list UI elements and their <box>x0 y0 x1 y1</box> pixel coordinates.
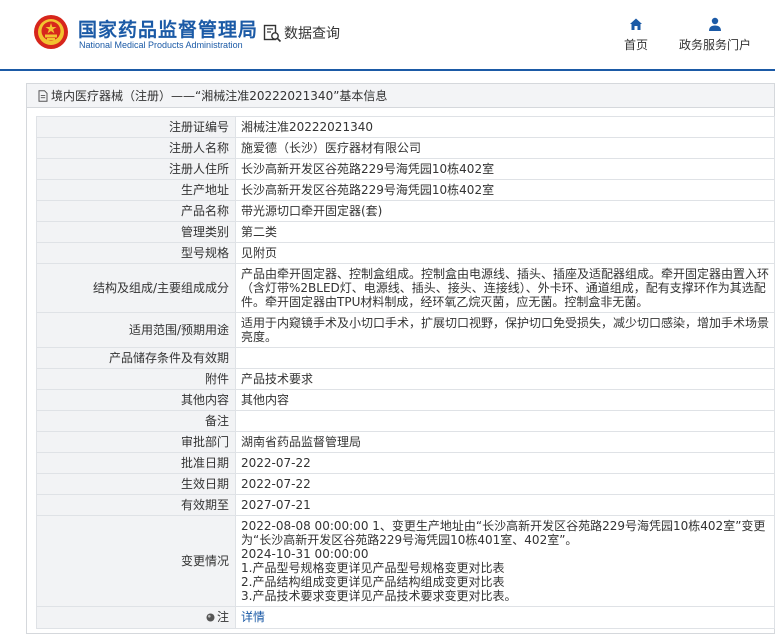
field-value: 详情 <box>235 606 775 629</box>
registration-info-table: 注册证编号 湘械注准20222021340 注册人名称 施爱德（长沙）医疗器材有… <box>36 116 775 629</box>
table-row: 型号规格 见附页 <box>36 242 775 264</box>
field-value: 湘械注准20222021340 <box>235 116 775 138</box>
field-label: 其他内容 <box>36 389 236 411</box>
field-label: 批准日期 <box>36 452 236 474</box>
field-value: 2022-07-22 <box>235 473 775 495</box>
field-value: 适用于内窥镜手术及小切口手术，扩展切口视野，保护切口免受损失，减少切口感染，增加… <box>235 312 775 348</box>
nav-home-label: 首页 <box>624 38 649 52</box>
field-label: 结构及组成/主要组成成分 <box>36 263 236 313</box>
table-row: 注册人名称 施爱德（长沙）医疗器材有限公司 <box>36 137 775 159</box>
field-label: 审批部门 <box>36 431 236 453</box>
field-label: 变更情况 <box>36 515 236 607</box>
table-row: 管理类别 第二类 <box>36 221 775 243</box>
change-line: 2.产品结构组成变更详见产品结构组成变更对比表 <box>241 575 505 589</box>
data-query-link[interactable]: 数据查询 <box>262 22 340 44</box>
field-label: 注册人住所 <box>36 158 236 180</box>
user-icon <box>709 17 721 31</box>
nav-service-portal[interactable]: 政务服务门户 <box>679 16 751 53</box>
national-emblem-icon <box>34 15 68 49</box>
field-value: 见附页 <box>235 242 775 264</box>
table-row: 结构及组成/主要组成成分 产品由牵开固定器、控制盒组成。控制盒由电源线、插头、插… <box>36 263 775 313</box>
field-value: 施爱德（长沙）医疗器材有限公司 <box>235 137 775 159</box>
table-row: 注册证编号 湘械注准20222021340 <box>36 116 775 138</box>
info-dot-icon <box>206 613 215 621</box>
nav-portal-label: 政务服务门户 <box>679 38 752 52</box>
field-label: 有效期至 <box>36 494 236 516</box>
field-label: 附件 <box>36 368 236 390</box>
data-query-label: 数据查询 <box>284 26 340 42</box>
home-icon <box>630 18 642 30</box>
field-label: 备注 <box>36 410 236 432</box>
header-divider <box>0 69 775 71</box>
table-row: 批准日期 2022-07-22 <box>36 452 775 474</box>
table-row: 产品名称 带光源切口牵开固定器(套) <box>36 200 775 222</box>
brand-subtitle: National Medical Products Administration <box>79 40 243 50</box>
field-label: 适用范围/预期用途 <box>36 312 236 348</box>
field-value <box>235 410 775 432</box>
detail-link[interactable]: 详情 <box>241 610 265 624</box>
field-label: 生效日期 <box>36 473 236 495</box>
change-line: 1.产品型号规格变更详见产品型号规格变更对比表 <box>241 561 505 575</box>
field-label: 注 <box>36 606 236 629</box>
change-line: 2024-10-31 00:00:00 <box>241 547 369 561</box>
field-value: 产品由牵开固定器、控制盒组成。控制盒由电源线、插头、插座及适配器组成。牵开固定器… <box>235 263 775 313</box>
note-label: 注 <box>216 610 229 624</box>
field-label: 型号规格 <box>36 242 236 264</box>
field-label: 生产地址 <box>36 179 236 201</box>
field-label: 产品储存条件及有效期 <box>36 347 236 369</box>
nav-home[interactable]: 首页 <box>624 16 648 53</box>
field-value: 长沙高新开发区谷苑路229号海凭园10栋402室 <box>235 179 775 201</box>
table-row: 注册人住所 长沙高新开发区谷苑路229号海凭园10栋402室 <box>36 158 775 180</box>
field-value: 长沙高新开发区谷苑路229号海凭园10栋402室 <box>235 158 775 180</box>
table-row: 审批部门 湖南省药品监督管理局 <box>36 431 775 453</box>
field-label: 产品名称 <box>36 200 236 222</box>
brand-title: 国家药品监督管理局 <box>78 19 259 41</box>
field-value: 2022-07-22 <box>235 452 775 474</box>
field-label: 注册证编号 <box>36 116 236 138</box>
field-value <box>235 347 775 369</box>
document-icon <box>38 89 48 102</box>
table-row: 其他内容 其他内容 <box>36 389 775 411</box>
table-row: 生产地址 长沙高新开发区谷苑路229号海凭园10栋402室 <box>36 179 775 201</box>
table-row: 注 详情 <box>36 606 775 629</box>
table-row: 备注 <box>36 410 775 432</box>
table-row: 生效日期 2022-07-22 <box>36 473 775 495</box>
table-row: 变更情况 2022-08-08 00:00:00 1、变更生产地址由“长沙高新开… <box>36 515 775 607</box>
change-line: 3.产品技术要求变更详见产品技术要求变更对比表。 <box>241 589 517 603</box>
table-row: 附件 产品技术要求 <box>36 368 775 390</box>
table-row: 产品储存条件及有效期 <box>36 347 775 369</box>
table-row: 有效期至 2027-07-21 <box>36 494 775 516</box>
field-value: 其他内容 <box>235 389 775 411</box>
field-value: 第二类 <box>235 221 775 243</box>
change-line: 2022-08-08 00:00:00 1、变更生产地址由“长沙高新开发区谷苑路… <box>241 519 766 547</box>
site-header: 国家药品监督管理局 National Medical Products Admi… <box>0 0 775 70</box>
note-label-wrap: 注 <box>206 610 229 624</box>
change-history: 2022-08-08 00:00:00 1、变更生产地址由“长沙高新开发区谷苑路… <box>235 515 775 607</box>
field-value: 产品技术要求 <box>235 368 775 390</box>
field-value: 带光源切口牵开固定器(套) <box>235 200 775 222</box>
table-row: 适用范围/预期用途 适用于内窥镜手术及小切口手术，扩展切口视野，保护切口免受损失… <box>36 312 775 348</box>
panel-title: 境内医疗器械（注册）——“湘械注准20222021340”基本信息 <box>51 89 388 103</box>
panel-header: 境内医疗器械（注册）——“湘械注准20222021340”基本信息 <box>27 84 774 108</box>
document-search-icon <box>263 24 282 43</box>
field-value: 2027-07-21 <box>235 494 775 516</box>
field-label: 管理类别 <box>36 221 236 243</box>
field-value: 湖南省药品监督管理局 <box>235 431 775 453</box>
field-label: 注册人名称 <box>36 137 236 159</box>
